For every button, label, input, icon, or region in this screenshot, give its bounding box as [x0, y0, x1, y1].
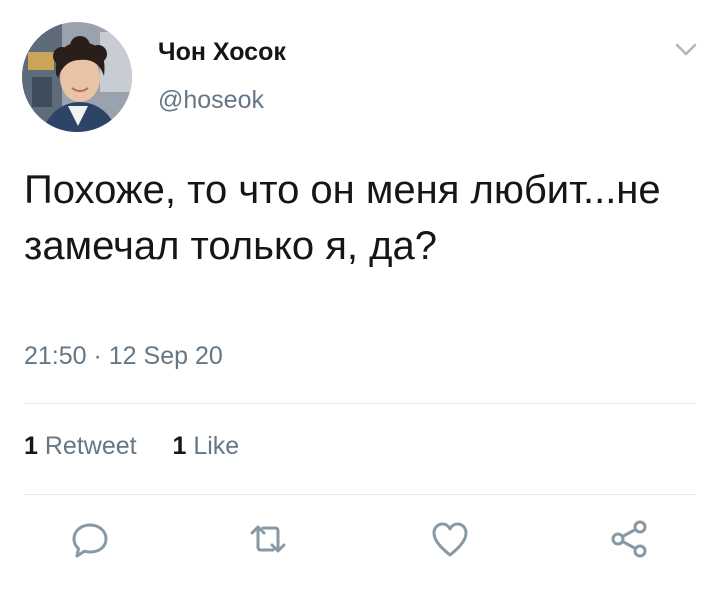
retweet-count: 1	[24, 432, 38, 460]
like-stat[interactable]: 1 Like	[172, 432, 239, 460]
retweet-icon[interactable]	[244, 515, 292, 563]
divider-top	[24, 403, 696, 404]
reply-icon[interactable]	[66, 515, 114, 563]
avatar-image	[22, 22, 132, 132]
like-label: Like	[193, 432, 240, 460]
chevron-down-icon[interactable]	[672, 38, 700, 62]
tweet-text: Похоже, то что он меня любит...не замеча…	[24, 168, 661, 268]
share-icon[interactable]	[606, 515, 654, 563]
tweet-detail: Чон Хосок @hoseok Похоже, то что он меня…	[0, 0, 720, 592]
action-bar	[0, 515, 720, 571]
retweet-label: Retweet	[44, 432, 137, 460]
engagement-stats: 1 Retweet 1 Like	[24, 432, 239, 461]
user-handle[interactable]: @hoseok	[158, 86, 264, 115]
like-count: 1	[172, 432, 187, 460]
display-name[interactable]: Чон Хосок	[158, 38, 286, 67]
avatar[interactable]	[22, 22, 132, 132]
like-icon[interactable]	[426, 515, 474, 563]
tweet-timestamp[interactable]: 21:50 · 12 Sep 20	[24, 342, 223, 371]
divider-bottom	[24, 494, 696, 495]
retweet-stat[interactable]: 1 Retweet	[24, 432, 144, 460]
